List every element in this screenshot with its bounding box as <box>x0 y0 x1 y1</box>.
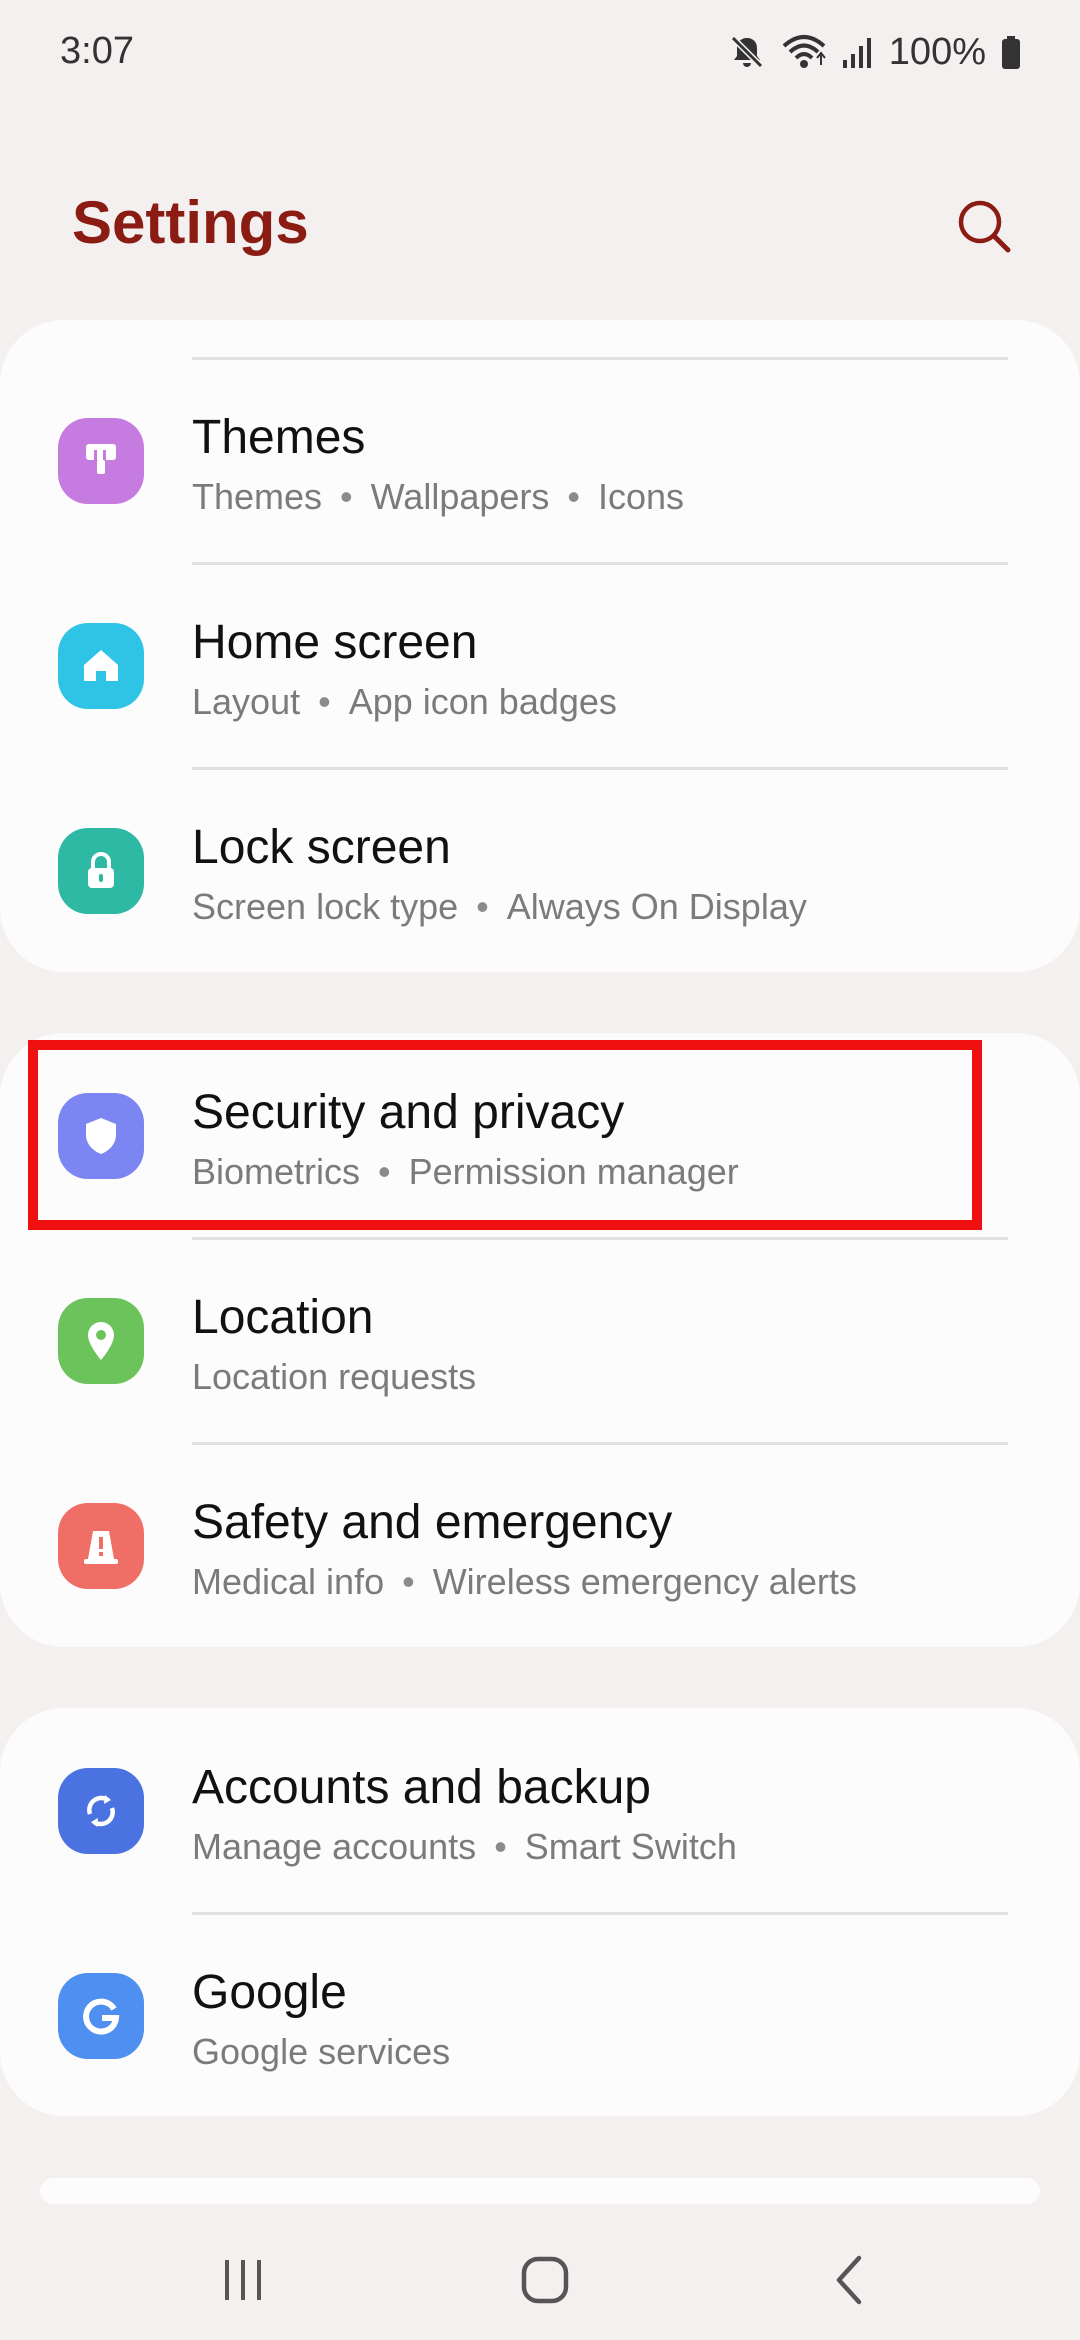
item-title: Home screen <box>192 616 478 669</box>
back-button[interactable] <box>796 2235 906 2325</box>
home-icon <box>58 623 144 709</box>
wifi-icon <box>781 32 827 72</box>
search-button[interactable] <box>948 190 1020 262</box>
item-subtitle: Screen lock type • Always On Display <box>192 886 807 927</box>
item-subtitle: Themes • Wallpapers • Icons <box>192 476 685 517</box>
item-subtitle: Manage accounts • Smart Switch <box>192 1826 737 1867</box>
mute-icon <box>727 32 767 72</box>
status-bar: 3:07 100% <box>0 0 1080 110</box>
item-title: Accounts and backup <box>192 1761 651 1814</box>
status-icons: 100% <box>727 28 1022 76</box>
recents-button[interactable] <box>188 2235 298 2325</box>
home-button-icon <box>521 2256 569 2304</box>
settings-item-accounts-backup[interactable]: Accounts and backup Manage accounts • Smar… <box>0 1710 1080 1915</box>
home-button[interactable] <box>490 2235 600 2325</box>
item-title: Safety and emergency <box>192 1496 673 1549</box>
battery-text: 100% <box>888 30 986 73</box>
item-subtitle: Layout • App icon badges <box>192 681 617 722</box>
highlight-box <box>28 1040 982 1230</box>
settings-item-home-screen[interactable]: Home screen Layout • App icon badges <box>0 565 1080 770</box>
settings-item-themes[interactable]: Themes Themes • Wallpapers • Icons <box>0 360 1080 565</box>
recents-icon <box>225 2260 261 2300</box>
item-subtitle: Medical info • Wireless emergency alerts <box>192 1561 857 1602</box>
header: Settings <box>0 170 1080 290</box>
settings-item-safety-emergency[interactable]: Safety and emergency Medical info • Wirele… <box>0 1445 1080 1650</box>
item-title: Lock screen <box>192 821 451 874</box>
item-title: Google <box>192 1966 347 2019</box>
emergency-icon <box>58 1503 144 1589</box>
google-icon <box>58 1973 144 2059</box>
settings-item-location[interactable]: Location Location requests <box>0 1240 1080 1445</box>
brush-icon <box>58 418 144 504</box>
back-icon <box>836 2255 862 2305</box>
sync-icon <box>58 1768 144 1854</box>
item-subtitle: Google services <box>192 2031 451 2072</box>
item-subtitle: Location requests <box>192 1356 477 1397</box>
navigation-bar <box>0 2200 1080 2340</box>
location-pin-icon <box>58 1298 144 1384</box>
battery-icon <box>1000 32 1022 72</box>
search-icon <box>958 200 1011 253</box>
page-title: Settings <box>72 189 309 256</box>
settings-item-google[interactable]: Google Google services <box>0 1915 1080 2120</box>
status-time: 3:07 <box>60 30 134 72</box>
item-title: Location <box>192 1291 374 1344</box>
settings-item-lock-screen[interactable]: Lock screen Screen lock type • Always On D… <box>0 770 1080 975</box>
lock-icon <box>58 828 144 914</box>
signal-icon <box>841 32 875 72</box>
item-title: Themes <box>192 411 366 464</box>
